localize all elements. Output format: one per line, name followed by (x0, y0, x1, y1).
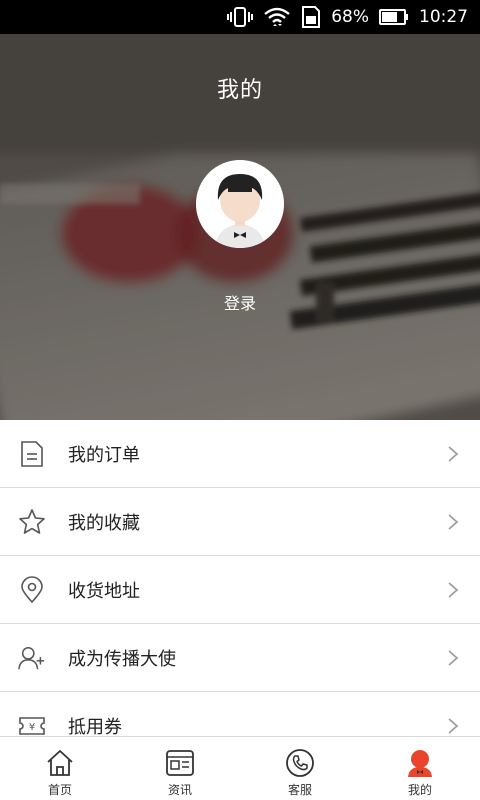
nav-item-profile[interactable]: 我的 (360, 737, 480, 800)
nav-label: 资讯 (167, 783, 192, 797)
chevron-right-icon (448, 513, 459, 530)
document-icon (18, 440, 46, 468)
nav-item-service[interactable]: 客服 (240, 737, 360, 800)
menu-item-label: 抵用券 (68, 716, 122, 738)
news-icon (164, 747, 196, 779)
status-bar: 68% 10:27 (0, 0, 480, 34)
chevron-right-icon (448, 649, 459, 666)
phone-icon (284, 747, 316, 779)
page-title: 我的 (216, 78, 263, 103)
nav-item-news[interactable]: 资讯 (120, 737, 240, 800)
star-icon (18, 508, 46, 536)
menu-item-favorites[interactable]: 我的收藏 (0, 488, 480, 556)
menu-item-label: 成为传播大使 (68, 648, 176, 670)
menu-item-orders[interactable]: 我的订单 (0, 420, 480, 488)
bottom-nav: 首页 资讯 客服 我的 (0, 736, 480, 800)
nav-label: 首页 (47, 783, 72, 797)
clock: 10:27 (419, 7, 468, 27)
menu-item-address[interactable]: 收货地址 (0, 556, 480, 624)
menu-item-label: 我的订单 (68, 444, 140, 466)
profile-icon (404, 747, 436, 779)
battery-icon (379, 9, 408, 25)
menu-item-label: 收货地址 (68, 580, 140, 602)
menu-item-label: 我的收藏 (68, 512, 140, 534)
login-link[interactable]: 登录 (0, 290, 480, 314)
menu-item-ambassador[interactable]: 成为传播大使 (0, 624, 480, 692)
vibrate-icon (227, 7, 254, 27)
avatar[interactable] (196, 160, 284, 248)
chevron-right-icon (448, 717, 459, 734)
profile-menu: 我的订单 我的收藏 收货地址 成为传播大使 ¥ 抵用券 (0, 420, 480, 760)
location-pin-icon (18, 575, 46, 604)
nav-item-home[interactable]: 首页 (0, 737, 120, 800)
nav-label: 我的 (407, 783, 432, 797)
nav-label: 客服 (287, 783, 312, 797)
chevron-right-icon (448, 581, 459, 598)
chevron-right-icon (448, 445, 459, 462)
profile-header: 我的 登录 (0, 34, 480, 420)
home-icon (44, 747, 76, 779)
wifi-icon (264, 7, 290, 26)
avatar-face-icon (196, 160, 284, 248)
sd-card-icon (302, 6, 321, 28)
battery-percent: 68% (331, 7, 369, 27)
add-user-icon (18, 644, 46, 672)
svg-text:¥: ¥ (29, 722, 35, 733)
